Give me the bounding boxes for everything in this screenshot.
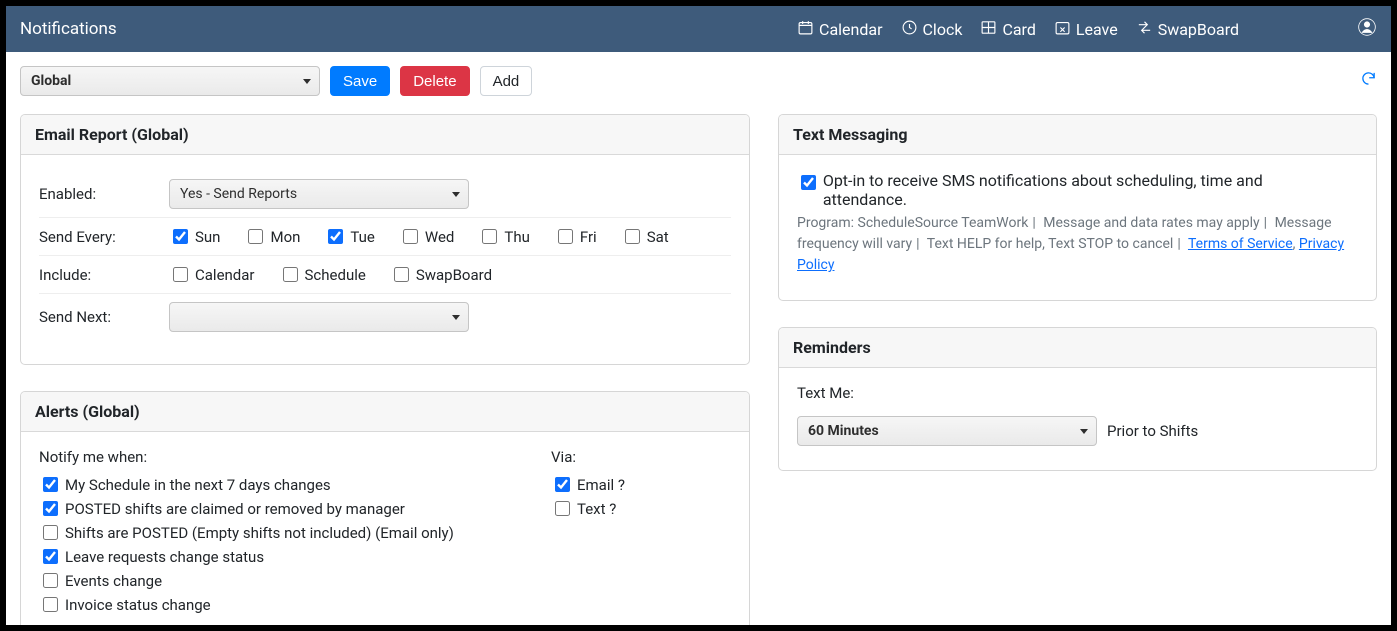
alert-schedule-changes-label: My Schedule in the next 7 days changes	[65, 476, 331, 494]
chevron-down-icon	[452, 192, 460, 197]
sms-optin-label: Opt-in to receive SMS notifications abou…	[823, 171, 1344, 209]
save-button[interactable]: Save	[330, 66, 390, 96]
day-wed-checkbox[interactable]	[403, 229, 418, 244]
alert-shifts-posted-label: Shifts are POSTED (Empty shifts not incl…	[65, 524, 454, 542]
chevron-down-icon	[303, 79, 311, 84]
sms-info-help: Text HELP for help, Text STOP to cancel	[927, 236, 1174, 252]
clock-icon	[901, 19, 918, 40]
nav-calendar-label: Calendar	[819, 20, 882, 39]
alert-posted-claimed-checkbox[interactable]	[43, 501, 58, 516]
terms-of-service-link[interactable]: Terms of Service	[1188, 236, 1293, 252]
via-text-label: Text ?	[577, 500, 616, 518]
email-report-card: Email Report (Global) Enabled: Yes - Sen…	[20, 114, 750, 365]
reminder-duration-dropdown[interactable]: 60 Minutes	[797, 416, 1097, 446]
alert-events-change-checkbox[interactable]	[43, 573, 58, 588]
alert-invoice-status-checkbox[interactable]	[43, 597, 58, 612]
enabled-label: Enabled:	[39, 185, 159, 203]
via-email-label: Email ?	[577, 476, 625, 494]
delete-button[interactable]: Delete	[400, 66, 469, 96]
via-heading: Via:	[551, 448, 731, 466]
day-fri-label: Fri	[580, 228, 597, 246]
day-sun-label: Sun	[195, 228, 220, 246]
scope-dropdown-value: Global	[31, 73, 71, 89]
user-menu[interactable]	[1357, 17, 1377, 41]
leave-icon	[1054, 19, 1071, 40]
alerts-title: Alerts (Global)	[21, 392, 749, 432]
day-sat-label: Sat	[647, 228, 669, 246]
scope-dropdown[interactable]: Global	[20, 66, 320, 96]
nav-swapboard-label: SwapBoard	[1158, 20, 1239, 39]
include-schedule-checkbox[interactable]	[283, 267, 298, 282]
day-sun-checkbox[interactable]	[173, 229, 188, 244]
calendar-icon	[797, 19, 814, 40]
swapboard-icon	[1136, 19, 1153, 40]
reminders-title: Reminders	[779, 328, 1376, 368]
day-mon-checkbox[interactable]	[248, 229, 263, 244]
send-every-label: Send Every:	[39, 228, 159, 246]
day-tue-label: Tue	[350, 228, 374, 246]
day-thu-label: Thu	[504, 228, 529, 246]
alert-invoice-status-label: Invoice status change	[65, 596, 211, 614]
sms-info-rates: Message and data rates may apply	[1043, 215, 1259, 231]
chevron-down-icon	[452, 315, 460, 320]
reminder-suffix: Prior to Shifts	[1107, 422, 1198, 440]
via-text-checkbox[interactable]	[555, 501, 570, 516]
include-calendar-checkbox[interactable]	[173, 267, 188, 282]
alert-leave-requests-label: Leave requests change status	[65, 548, 264, 566]
nav-clock[interactable]: Clock	[901, 19, 963, 40]
alert-posted-claimed-label: POSTED shifts are claimed or removed by …	[65, 500, 405, 518]
alerts-card: Alerts (Global) Notify me when: My Sched…	[20, 391, 750, 625]
chevron-down-icon	[1080, 429, 1088, 434]
reminder-duration-value: 60 Minutes	[808, 423, 879, 439]
include-label: Include:	[39, 266, 159, 284]
day-mon-label: Mon	[270, 228, 300, 246]
refresh-icon[interactable]	[1360, 70, 1377, 91]
alert-events-change-label: Events change	[65, 572, 162, 590]
notify-heading: Notify me when:	[39, 448, 511, 466]
add-button[interactable]: Add	[480, 66, 533, 96]
include-calendar-label: Calendar	[195, 266, 255, 284]
email-report-title: Email Report (Global)	[21, 115, 749, 155]
nav-card[interactable]: Card	[980, 19, 1035, 40]
enabled-dropdown-value: Yes - Send Reports	[180, 186, 297, 202]
day-fri-checkbox[interactable]	[558, 229, 573, 244]
day-tue-checkbox[interactable]	[328, 229, 343, 244]
card-icon	[980, 19, 997, 40]
sms-info: Program: ScheduleSource TeamWork| Messag…	[797, 213, 1358, 276]
alert-schedule-changes-checkbox[interactable]	[43, 477, 58, 492]
text-messaging-card: Text Messaging Opt-in to receive SMS not…	[778, 114, 1377, 301]
text-me-label: Text Me:	[797, 384, 1358, 402]
alert-leave-requests-checkbox[interactable]	[43, 549, 58, 564]
include-swapboard-label: SwapBoard	[416, 266, 492, 284]
text-messaging-title: Text Messaging	[779, 115, 1376, 155]
reminders-card: Reminders Text Me: 60 Minutes Prior to S…	[778, 327, 1377, 471]
sms-info-program: Program: ScheduleSource TeamWork	[797, 215, 1028, 231]
nav-clock-label: Clock	[923, 20, 963, 39]
day-thu-checkbox[interactable]	[482, 229, 497, 244]
include-swapboard-checkbox[interactable]	[394, 267, 409, 282]
nav-card-label: Card	[1002, 20, 1035, 39]
day-sat-checkbox[interactable]	[625, 229, 640, 244]
include-schedule-label: Schedule	[305, 266, 366, 284]
alert-shifts-posted-checkbox[interactable]	[43, 525, 58, 540]
sms-optin-checkbox[interactable]	[801, 175, 816, 190]
nav-leave-label: Leave	[1076, 20, 1118, 39]
send-next-dropdown[interactable]	[169, 302, 469, 332]
nav-swapboard[interactable]: SwapBoard	[1136, 19, 1239, 40]
enabled-dropdown[interactable]: Yes - Send Reports	[169, 179, 469, 209]
day-wed-label: Wed	[425, 228, 455, 246]
send-next-label: Send Next:	[39, 308, 159, 326]
via-email-checkbox[interactable]	[555, 477, 570, 492]
nav-calendar[interactable]: Calendar	[797, 19, 882, 40]
nav-leave[interactable]: Leave	[1054, 19, 1118, 40]
page-title: Notifications	[20, 19, 117, 39]
